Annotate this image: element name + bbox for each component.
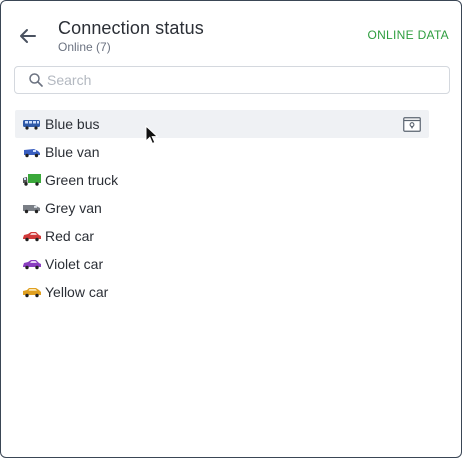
car-icon — [22, 285, 42, 299]
vehicle-name: Yellow car — [45, 284, 109, 300]
list-item[interactable]: Blue bus — [15, 110, 429, 138]
map-pin-icon — [403, 116, 421, 132]
car-icon — [22, 257, 42, 271]
connection-status-panel: Connection status Online (7) ONLINE DATA — [0, 0, 462, 458]
mouse-cursor-icon — [145, 125, 159, 145]
car-icon — [22, 229, 42, 243]
back-button[interactable] — [15, 23, 41, 49]
list-item[interactable]: Green truck — [15, 166, 429, 194]
vehicle-name: Violet car — [45, 256, 104, 272]
list-item[interactable]: Violet car — [15, 250, 429, 278]
vehicle-name: Blue van — [45, 144, 100, 160]
arrow-left-icon — [20, 29, 36, 43]
search-input[interactable] — [47, 72, 427, 88]
bus-icon — [22, 117, 42, 131]
van-icon — [22, 201, 42, 215]
list-item[interactable]: Yellow car — [15, 278, 429, 306]
online-count: Online (7) — [58, 40, 111, 54]
vehicle-name: Green truck — [45, 172, 119, 188]
page-title: Connection status — [58, 18, 204, 38]
list-item[interactable]: Blue van — [15, 138, 429, 166]
vehicle-name: Red car — [45, 228, 95, 244]
vehicle-name: Grey van — [45, 200, 102, 216]
vehicle-name: Blue bus — [45, 116, 100, 132]
vehicle-list: Blue bus Blue van Green truck Grey van R… — [15, 110, 429, 306]
show-on-map-button[interactable] — [403, 116, 421, 132]
search-box[interactable] — [14, 66, 450, 94]
list-item[interactable]: Red car — [15, 222, 429, 250]
truck-icon — [22, 173, 42, 187]
van-icon — [22, 145, 42, 159]
list-item[interactable]: Grey van — [15, 194, 429, 222]
online-data-button[interactable]: ONLINE DATA — [367, 28, 449, 42]
search-icon — [27, 71, 45, 89]
